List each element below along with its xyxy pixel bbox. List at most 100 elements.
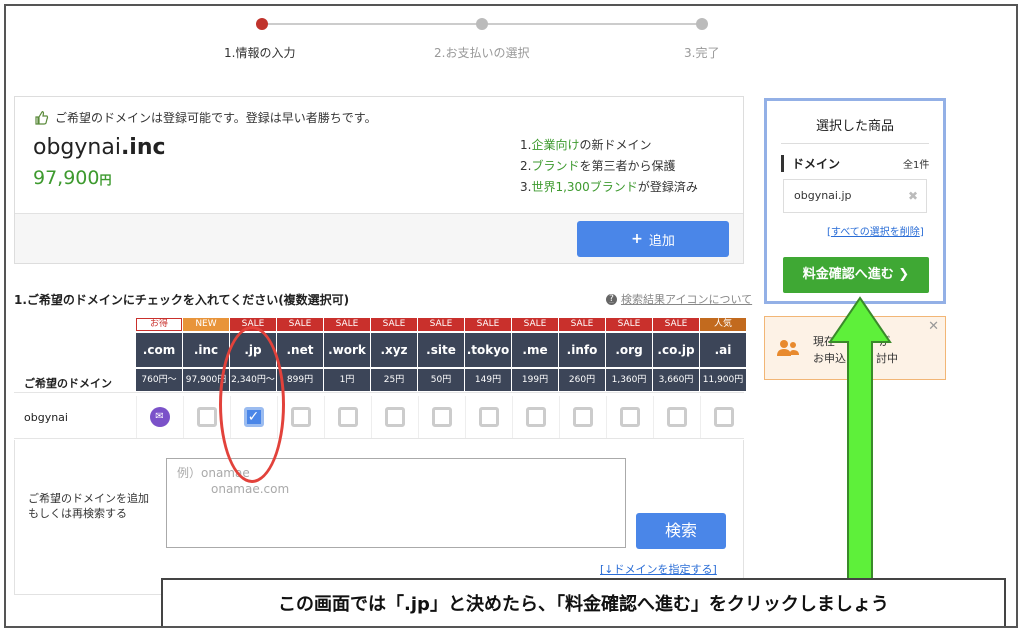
thumbs-up-icon: [35, 110, 49, 125]
tld-name: .ai: [700, 333, 746, 367]
help-link[interactable]: ? 検索結果アイコンについて: [606, 291, 752, 307]
tld-name: .site: [418, 333, 464, 367]
domain-checkbox[interactable]: [666, 407, 687, 427]
step-dot-2: [476, 18, 488, 30]
tld-price: 149円: [465, 369, 511, 391]
tld-badge: SALE: [465, 318, 511, 331]
row-label: obgynai: [24, 411, 68, 424]
tld-price: 1円: [324, 369, 370, 391]
domain-checkbox[interactable]: [572, 407, 593, 427]
tld-price: 50円: [418, 369, 464, 391]
availability-notice: ご希望のドメインは登録可能です。登録は早い者勝ちです。: [33, 109, 377, 126]
step-line: [262, 23, 482, 25]
domain-checkbox[interactable]: [290, 407, 311, 427]
domain-checkbox[interactable]: [713, 407, 734, 427]
feature-list: 1.企業向けの新ドメイン 2.ブランドを第三者から保護 3.世界1,300ブラン…: [520, 135, 698, 198]
tld-price: 199円: [512, 369, 558, 391]
domain-base: obgynai: [33, 135, 121, 160]
header-label: ご希望のドメイン: [24, 377, 112, 390]
checkbox-cell: [606, 396, 652, 438]
checkbox-cell: [324, 396, 370, 438]
add-button-label: 追加: [648, 233, 675, 249]
step-dot-3: [696, 18, 708, 30]
checkbox-cell: [371, 396, 417, 438]
domain-ext: .inc: [120, 135, 166, 160]
price-unit: 円: [99, 173, 112, 187]
tld-name: .co.jp: [653, 333, 699, 367]
selected-domain-name: obgynai.jp: [794, 189, 852, 202]
feature-item: 1.企業向けの新ドメイン: [520, 138, 652, 152]
checkbox-cell: [559, 396, 605, 438]
tld-badge: SALE: [324, 318, 370, 331]
tld-price: 11,900円: [700, 369, 746, 391]
checkbox-cell: [653, 396, 699, 438]
card-footer: + 追加: [15, 213, 743, 263]
progress-steps: 1.情報の入力 2.お支払いの選択 3.完了: [224, 14, 720, 64]
tld-name: .inc: [183, 333, 229, 367]
tld-name: .com: [136, 333, 182, 367]
step-label-1: 1.情報の入力: [224, 46, 296, 60]
mail-icon[interactable]: ✉: [149, 407, 170, 427]
tld-name: .org: [606, 333, 652, 367]
tld-name: .tokyo: [465, 333, 511, 367]
checkbox-cell: ✉: [136, 396, 182, 438]
row-divider: [14, 392, 744, 393]
tld-badge: 人気: [700, 318, 746, 331]
step-label-3: 3.完了: [684, 46, 720, 60]
domain-checkbox[interactable]: [431, 407, 452, 427]
notice-text: ご希望のドメインは登録可能です。登録は早い者勝ちです。: [55, 111, 377, 125]
checkbox-cell: [512, 396, 558, 438]
domain-name: obgynai.inc: [33, 135, 166, 160]
page-frame: 1.情報の入力 2.お支払いの選択 3.完了 ご希望のドメインは登録可能です。登…: [4, 4, 1018, 628]
step-label-2: 2.お支払いの選択: [434, 46, 530, 60]
row-divider: [14, 438, 744, 439]
search-button[interactable]: 検索: [636, 513, 726, 549]
panel-divider: [781, 143, 929, 144]
tld-name: .work: [324, 333, 370, 367]
arrow-up-icon: [828, 296, 892, 583]
proceed-to-price-button[interactable]: 料金確認へ進む ❯: [783, 257, 929, 293]
tld-badge: SALE: [606, 318, 652, 331]
tld-price: 760円〜: [136, 369, 182, 391]
domain-availability-card: ご希望のドメインは登録可能です。登録は早い者勝ちです。 obgynai.inc …: [14, 96, 744, 264]
selected-domain-item: obgynai.jp ✖: [783, 179, 927, 213]
tld-price: 25円: [371, 369, 417, 391]
close-icon[interactable]: ✖: [908, 180, 918, 212]
search-label: ご希望のドメインを追加 もしくは再検索する: [28, 492, 149, 520]
tld-name: .me: [512, 333, 558, 367]
tld-price: 1,360円: [606, 369, 652, 391]
domain-checkbox[interactable]: [384, 407, 405, 427]
tld-badge: SALE: [277, 318, 323, 331]
domain-checkbox[interactable]: [619, 407, 640, 427]
tld-badge: SALE: [559, 318, 605, 331]
tld-badge: SALE: [418, 318, 464, 331]
feature-item: 2.ブランドを第三者から保護: [520, 159, 676, 173]
specify-domain-link[interactable]: [↓ドメインを指定する]: [600, 561, 717, 577]
help-link-label: 検索結果アイコンについて: [621, 293, 753, 306]
highlight-circle: [219, 326, 285, 483]
domain-checkbox[interactable]: [478, 407, 499, 427]
checkbox-cell: [465, 396, 511, 438]
checkbox-cell: [418, 396, 464, 438]
tld-name: .net: [277, 333, 323, 367]
instruction-caption: この画面では「.jp」と決めたら、「料金確認へ進む」をクリックしましょう: [161, 578, 1006, 626]
plus-icon: +: [631, 231, 643, 247]
domain-checkbox[interactable]: [196, 407, 217, 427]
question-icon: ?: [606, 293, 617, 305]
tld-badge: SALE: [512, 318, 558, 331]
feature-item: 3.世界1,300ブランドが登録済み: [520, 180, 698, 194]
step-dot-1: [256, 18, 268, 30]
domain-checkbox[interactable]: [337, 407, 358, 427]
domain-checkbox[interactable]: [525, 407, 546, 427]
tld-price: 260円: [559, 369, 605, 391]
remove-all-link[interactable]: [すべての選択を削除]: [827, 223, 924, 238]
add-button[interactable]: + 追加: [577, 221, 729, 257]
people-icon: [777, 339, 799, 361]
tld-badge: SALE: [371, 318, 417, 331]
price-value: 97,900: [33, 167, 100, 189]
checkbox-cell: [700, 396, 746, 438]
step-line: [482, 23, 702, 25]
panel-title: 選択した商品: [815, 119, 894, 134]
close-icon[interactable]: ✕: [928, 319, 939, 334]
placeholder-line: onamae.com: [211, 482, 290, 496]
